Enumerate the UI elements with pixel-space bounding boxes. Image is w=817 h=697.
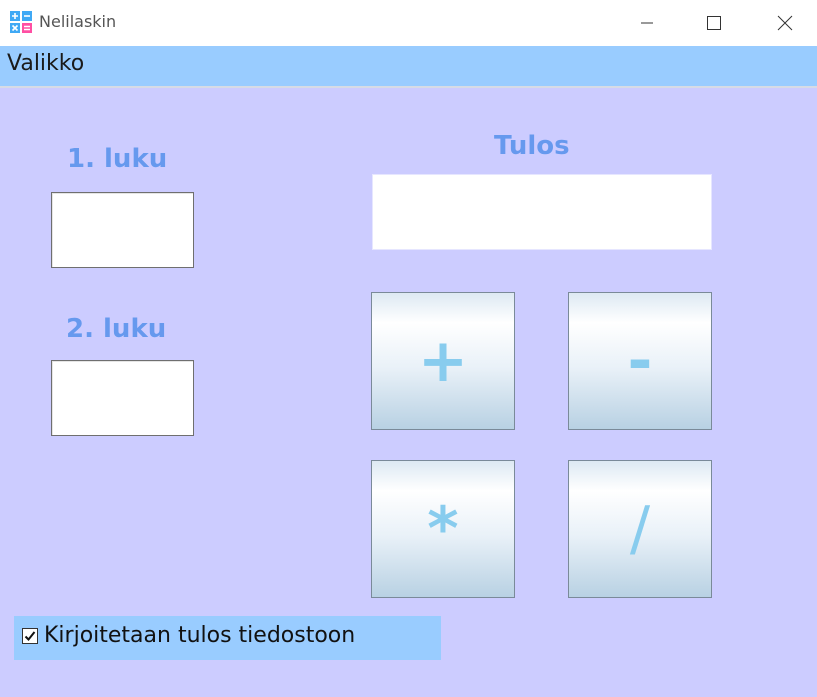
maximize-button[interactable] <box>691 0 737 46</box>
second-number-input[interactable] <box>51 360 194 436</box>
minimize-icon <box>641 22 653 24</box>
second-number-label: 2. luku <box>66 314 167 344</box>
calculator-operators-icon <box>10 11 32 33</box>
close-button[interactable] <box>762 0 808 46</box>
maximize-icon <box>707 16 721 30</box>
checkmark-icon <box>24 631 36 641</box>
write-to-file-option[interactable]: Kirjoitetaan tulos tiedostoon <box>14 616 441 660</box>
close-icon <box>777 15 793 31</box>
write-to-file-checkbox[interactable] <box>22 628 38 644</box>
first-number-label: 1. luku <box>67 144 168 174</box>
add-button[interactable]: + <box>371 292 515 430</box>
divide-button[interactable]: / <box>568 460 712 598</box>
result-label: Tulos <box>494 131 570 161</box>
multiply-button[interactable]: * <box>371 460 515 598</box>
menu-valikko[interactable]: Valikko <box>7 51 84 76</box>
title-bar: Nelilaskin <box>0 0 817 46</box>
subtract-button[interactable]: - <box>568 292 712 430</box>
window-title: Nelilaskin <box>39 12 117 31</box>
write-to-file-label: Kirjoitetaan tulos tiedostoon <box>44 623 356 648</box>
result-field <box>372 174 712 250</box>
minimize-button[interactable] <box>624 0 670 46</box>
menu-bar: Valikko <box>0 46 817 88</box>
first-number-input[interactable] <box>51 192 194 268</box>
